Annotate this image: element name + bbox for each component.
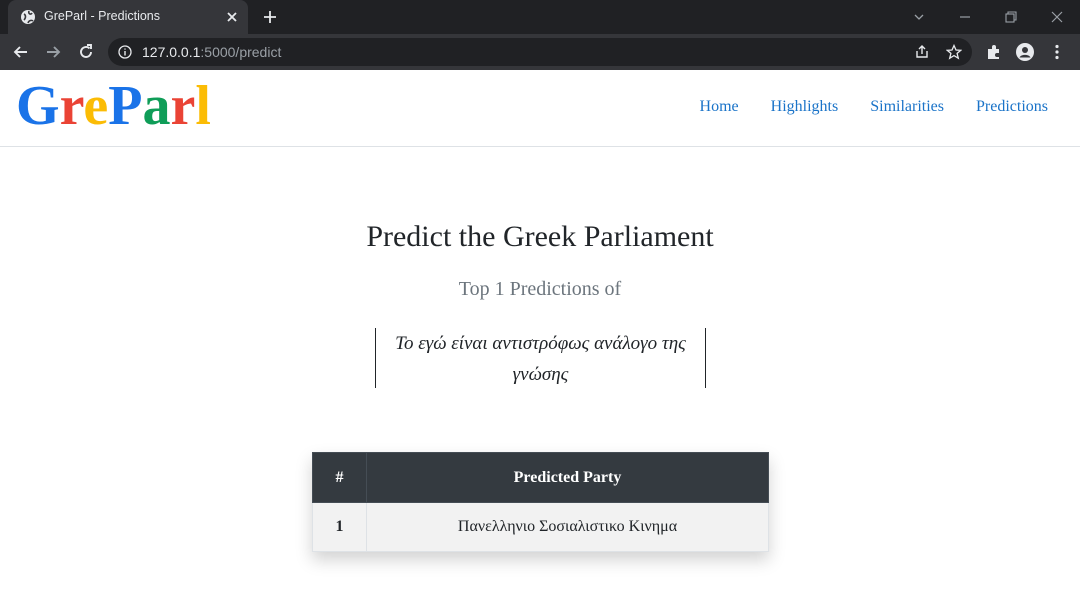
logo-letter: r bbox=[59, 75, 84, 137]
back-icon[interactable] bbox=[12, 43, 30, 61]
logo-letter: l bbox=[195, 75, 211, 137]
site-navbar: GreParl Home Highlights Similarities Pre… bbox=[0, 70, 1080, 147]
globe-icon bbox=[21, 10, 35, 24]
url-path: :5000/predict bbox=[200, 44, 282, 60]
address-bar[interactable]: 127.0.0.1:5000/predict bbox=[108, 38, 972, 66]
forward-icon[interactable] bbox=[44, 43, 62, 61]
browser-titlebar: GreParl - Predictions bbox=[0, 0, 1080, 34]
page-title: Predict the Greek Parliament bbox=[366, 220, 714, 253]
table-row: 1 Πανελληνιο Σοσιαλιστικο Κινημα bbox=[312, 502, 769, 552]
close-icon[interactable] bbox=[224, 9, 240, 25]
nav-links: Home Highlights Similarities Predictions bbox=[700, 98, 1048, 116]
reload-icon[interactable] bbox=[77, 43, 95, 61]
header-number: # bbox=[312, 452, 367, 503]
bookmark-star-icon[interactable] bbox=[946, 44, 962, 60]
info-icon[interactable] bbox=[118, 45, 132, 59]
browser-toolbar: 127.0.0.1:5000/predict bbox=[0, 34, 1080, 70]
nav-predictions-link[interactable]: Predictions bbox=[976, 98, 1048, 116]
url-host: 127.0.0.1 bbox=[142, 44, 201, 60]
profile-avatar-icon[interactable] bbox=[1016, 43, 1034, 61]
nav-highlights-link[interactable]: Highlights bbox=[771, 98, 839, 116]
restore-icon[interactable] bbox=[1002, 8, 1020, 26]
predictions-table: # Predicted Party 1 Πανελληνιο Σοσιαλιστ… bbox=[312, 452, 769, 552]
close-window-icon[interactable] bbox=[1048, 8, 1066, 26]
table-header-row: # Predicted Party bbox=[312, 452, 769, 503]
logo-letter: e bbox=[83, 75, 109, 137]
nav-home-link[interactable]: Home bbox=[700, 98, 739, 116]
greparl-logo[interactable]: GreParl bbox=[16, 74, 211, 138]
share-icon[interactable] bbox=[914, 44, 930, 60]
minimize-icon[interactable] bbox=[956, 8, 974, 26]
url-text: 127.0.0.1:5000/predict bbox=[142, 44, 281, 60]
logo-letter: a bbox=[142, 75, 171, 137]
logo-letter: r bbox=[170, 75, 196, 137]
row-number: 1 bbox=[312, 502, 367, 552]
tab-search-icon[interactable] bbox=[910, 8, 928, 26]
new-tab-icon[interactable] bbox=[262, 9, 278, 25]
menu-kebab-icon[interactable] bbox=[1048, 43, 1066, 61]
extensions-icon[interactable] bbox=[985, 43, 1003, 61]
browser-tab[interactable]: GreParl - Predictions bbox=[8, 0, 248, 34]
header-predicted-party: Predicted Party bbox=[366, 452, 769, 503]
logo-letter: G bbox=[16, 75, 60, 137]
tab-title: GreParl - Predictions bbox=[44, 9, 161, 23]
nav-similarities-link[interactable]: Similarities bbox=[870, 98, 944, 116]
row-predicted-party: Πανελληνιο Σοσιαλιστικο Κινημα bbox=[366, 502, 769, 552]
input-quote: Το εγώ είναι αντιστρόφως ανάλογο της γνώ… bbox=[375, 328, 706, 388]
page-subtitle: Top 1 Predictions of bbox=[458, 278, 622, 300]
logo-letter: P bbox=[108, 75, 143, 137]
